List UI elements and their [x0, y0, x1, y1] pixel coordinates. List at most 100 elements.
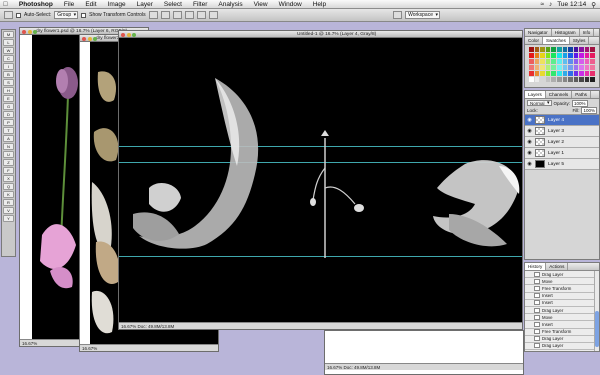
tab-paths[interactable]: Paths: [572, 91, 591, 98]
swatch[interactable]: [540, 59, 545, 64]
history-state[interactable]: Free Transform: [525, 350, 594, 351]
layer-row[interactable]: ◉ Layer 4: [525, 115, 599, 126]
swatch[interactable]: [534, 77, 540, 82]
tab-layers[interactable]: Layers: [525, 91, 546, 98]
history-state[interactable]: Drag Layer: [525, 335, 594, 343]
menu-app-name[interactable]: Photoshop: [19, 1, 53, 8]
close-icon[interactable]: [121, 32, 125, 37]
scrollbar-knob[interactable]: [595, 311, 599, 347]
eye-icon[interactable]: ◉: [525, 161, 534, 167]
tab-histogram[interactable]: Histogram: [552, 29, 580, 36]
swatch[interactable]: [551, 71, 556, 76]
swatch[interactable]: [568, 47, 573, 52]
history-state[interactable]: Free Transform: [525, 328, 594, 336]
swatch[interactable]: [562, 59, 568, 64]
swatch[interactable]: [568, 77, 573, 82]
swatch[interactable]: [573, 59, 579, 64]
swatch[interactable]: [584, 53, 590, 58]
menu-analysis[interactable]: Analysis: [218, 1, 242, 8]
swatch[interactable]: [573, 47, 579, 52]
swatch[interactable]: [556, 77, 562, 82]
swatch[interactable]: [590, 65, 595, 70]
document-title-bar[interactable]: Untitled-1 @ 16.7% (Layer 4, Gray/8): [119, 31, 522, 38]
tool-button[interactable]: I: [3, 63, 14, 70]
wifi-icon[interactable]: ≈: [540, 1, 544, 8]
swatch[interactable]: [540, 77, 545, 82]
swatch[interactable]: [590, 47, 595, 52]
swatch[interactable]: [584, 65, 590, 70]
tool-button[interactable]: W: [3, 47, 14, 54]
tool-button[interactable]: X: [3, 175, 14, 182]
swatch[interactable]: [568, 65, 573, 70]
swatch[interactable]: [551, 65, 556, 70]
tab-info[interactable]: Info: [580, 29, 595, 36]
swatch[interactable]: [551, 77, 556, 82]
swatch[interactable]: [534, 59, 540, 64]
move-tool-icon[interactable]: [4, 11, 13, 19]
swatch[interactable]: [590, 71, 595, 76]
swatch[interactable]: [579, 71, 584, 76]
zoom-icon[interactable]: [132, 32, 136, 37]
menu-layer[interactable]: Layer: [137, 1, 153, 8]
history-state[interactable]: Free Transform: [525, 285, 594, 293]
menu-select[interactable]: Select: [164, 1, 182, 8]
swatch[interactable]: [540, 53, 545, 58]
swatch[interactable]: [573, 65, 579, 70]
clock[interactable]: Tue 12:14: [557, 1, 586, 8]
menu-help[interactable]: Help: [313, 1, 326, 8]
swatch[interactable]: [579, 65, 584, 70]
zoom-icon[interactable]: [93, 36, 97, 41]
swatch[interactable]: [584, 47, 590, 52]
swatch[interactable]: [540, 47, 545, 52]
swatch[interactable]: [545, 59, 551, 64]
history-state[interactable]: Insert: [525, 292, 594, 300]
swatch[interactable]: [590, 53, 595, 58]
swatch[interactable]: [551, 53, 556, 58]
swatch[interactable]: [584, 71, 590, 76]
swatch[interactable]: [573, 71, 579, 76]
apple-icon[interactable]: : [3, 1, 8, 8]
swatch[interactable]: [579, 59, 584, 64]
swatch[interactable]: [551, 59, 556, 64]
swatch[interactable]: [562, 53, 568, 58]
history-state[interactable]: Insert: [525, 321, 594, 329]
align-left-icon[interactable]: [184, 11, 194, 19]
swatch[interactable]: [545, 47, 551, 52]
swatch[interactable]: [534, 47, 540, 52]
swatch[interactable]: [562, 77, 568, 82]
swatch[interactable]: [562, 65, 568, 70]
tool-button[interactable]: F: [3, 167, 14, 174]
document-window-bottom[interactable]: 16.67% Doc: 49.8M/13.8M: [324, 330, 524, 375]
swatch[interactable]: [556, 59, 562, 64]
history-state[interactable]: Drag Layer: [525, 342, 594, 351]
swatch[interactable]: [529, 77, 534, 82]
swatch[interactable]: [534, 53, 540, 58]
spotlight-icon[interactable]: ⚲: [591, 1, 596, 9]
document-canvas[interactable]: [119, 38, 522, 322]
tab-channels[interactable]: Channels: [546, 91, 573, 98]
tool-button[interactable]: G: [3, 103, 14, 110]
swatch[interactable]: [568, 71, 573, 76]
align-center-icon[interactable]: [196, 11, 206, 19]
swatch[interactable]: [529, 59, 534, 64]
tool-button[interactable]: Y: [3, 215, 14, 222]
minimize-icon[interactable]: [126, 32, 131, 37]
align-bottom-icon[interactable]: [172, 11, 182, 19]
close-icon[interactable]: [82, 36, 86, 41]
swatch[interactable]: [545, 65, 551, 70]
tool-button[interactable]: Z: [3, 159, 14, 166]
layer-row[interactable]: ◉ Layer 3: [525, 126, 599, 137]
tab-history[interactable]: History: [525, 263, 547, 270]
eye-icon[interactable]: ◉: [525, 117, 534, 123]
swatch[interactable]: [573, 77, 579, 82]
auto-select-checkbox[interactable]: [16, 12, 21, 18]
minimize-icon[interactable]: [87, 36, 92, 41]
tab-actions[interactable]: Actions: [546, 263, 569, 270]
swatch[interactable]: [540, 65, 545, 70]
swatch[interactable]: [556, 65, 562, 70]
swatch[interactable]: [568, 53, 573, 58]
swatch[interactable]: [529, 71, 534, 76]
align-right-icon[interactable]: [208, 11, 218, 19]
align-top-icon[interactable]: [148, 11, 158, 19]
layer-row[interactable]: ◉ Layer 5: [525, 159, 599, 170]
